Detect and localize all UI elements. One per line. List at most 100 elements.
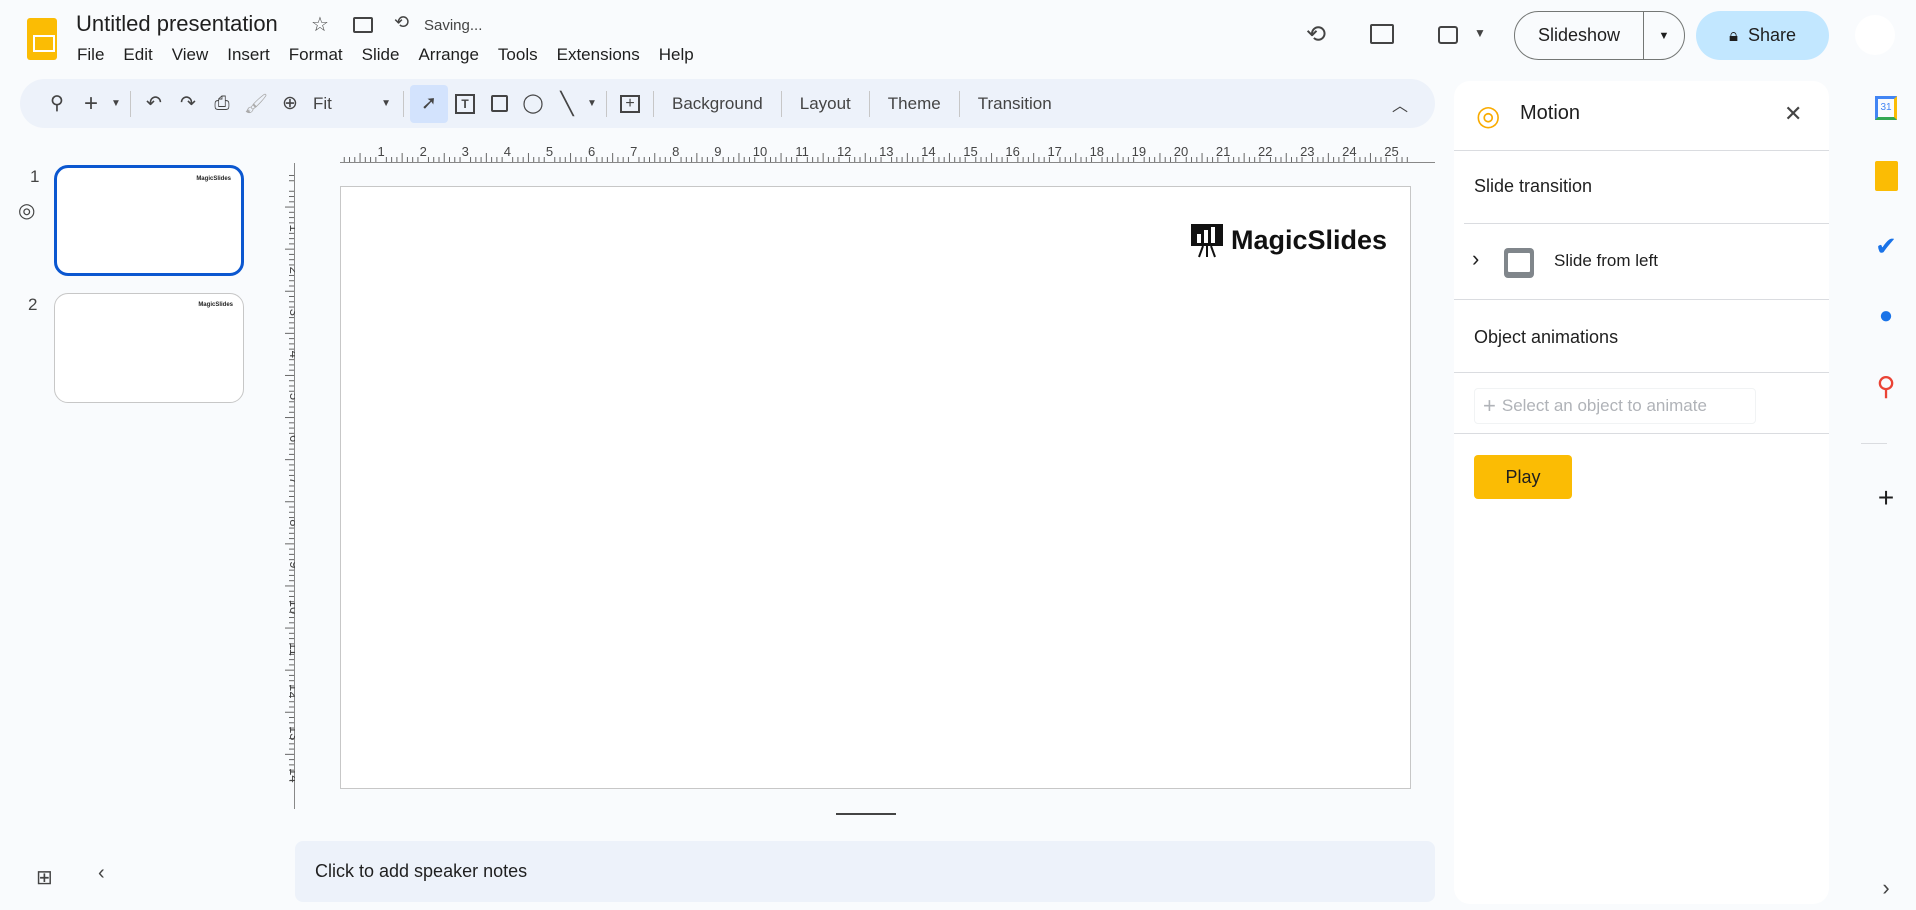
menu-help[interactable]: Help	[659, 45, 703, 65]
ruler-label: 19	[1132, 144, 1146, 159]
ruler-label: 10	[287, 600, 295, 614]
paint-format-icon[interactable]: 🖌︎	[239, 87, 273, 121]
layout-button[interactable]: Layout	[788, 94, 863, 114]
ruler-label: 10	[753, 144, 767, 159]
new-slide-dropdown-icon[interactable]: ▼	[108, 87, 124, 121]
slideshow-dropdown-icon[interactable]: ▼	[1644, 30, 1684, 42]
ruler-label: 20	[1174, 144, 1188, 159]
sync-icon: ⟲	[394, 12, 410, 32]
zoom-icon[interactable]: ⊕	[273, 87, 307, 121]
comment-add-icon[interactable]: +	[613, 87, 647, 121]
ruler-label: 25	[1384, 144, 1398, 159]
select-cursor-icon[interactable]: ➚	[410, 84, 448, 123]
share-label: Share	[1748, 25, 1797, 45]
avatar[interactable]	[1855, 15, 1895, 55]
slide-thumbnail-1[interactable]: MagicSlides	[54, 165, 244, 276]
new-slide-icon[interactable]: +	[74, 87, 108, 121]
ruler-label: 3	[462, 144, 469, 159]
ruler-label: 11	[795, 144, 809, 159]
logo-text: MagicSlides	[1231, 224, 1388, 255]
ruler-label: 14	[921, 144, 935, 159]
ruler-label: 12	[287, 684, 295, 698]
slide-transition-heading: Slide transition	[1474, 176, 1593, 196]
expand-side-panel-icon[interactable]: ›	[1868, 870, 1904, 906]
ruler-label: 13	[287, 726, 295, 740]
add-addon-icon[interactable]: +	[1868, 480, 1904, 516]
ruler-label: 14	[287, 768, 295, 782]
comments-icon[interactable]	[1370, 24, 1394, 44]
background-button[interactable]: Background	[660, 94, 775, 114]
transition-indicator-icon: ◎	[18, 200, 36, 222]
print-icon[interactable]: ⎙	[205, 87, 239, 121]
ruler-label: 8	[287, 519, 295, 526]
vertical-ruler[interactable]: 1234567891011121314	[279, 163, 295, 809]
motion-panel: ◎ Motion ✕ Slide transition › Slide from…	[1454, 81, 1829, 904]
slide-canvas[interactable]: MagicSlides	[340, 186, 1411, 789]
image-icon[interactable]	[482, 87, 516, 121]
tasks-icon[interactable]: ✔	[1868, 228, 1904, 264]
slideshow-button[interactable]: Slideshow ▼	[1514, 11, 1685, 60]
menu-insert[interactable]: Insert	[227, 45, 279, 65]
slide-thumbnail-2[interactable]: MagicSlides	[54, 293, 244, 403]
ruler-label: 13	[879, 144, 893, 159]
undo-icon[interactable]: ↶	[137, 87, 171, 121]
redo-icon[interactable]: ↷	[171, 87, 205, 121]
menu-tools[interactable]: Tools	[498, 45, 547, 65]
ruler-label: 12	[837, 144, 851, 159]
maps-icon[interactable]: ⚲	[1868, 368, 1904, 404]
transition-item[interactable]: Slide from left	[1554, 251, 1658, 271]
grid-view-icon[interactable]: ⊞	[36, 865, 53, 890]
version-history-icon[interactable]: ⟲	[1306, 20, 1326, 49]
line-icon[interactable]: ╲	[550, 87, 584, 121]
calendar-icon[interactable]: 31	[1868, 90, 1904, 126]
menu-bar: File Edit View Insert Format Slide Arrange Tool…	[77, 45, 713, 65]
transition-button[interactable]: Transition	[966, 94, 1064, 114]
play-button[interactable]: Play	[1474, 455, 1572, 499]
ruler-label: 24	[1342, 144, 1356, 159]
toolbar: ⚲ + ▼ ↶ ↷ ⎙ 🖌︎ ⊕ Fit ▼ ➚ T ◯ ╲ ▼ + Backgr…	[20, 79, 1435, 128]
speaker-notes[interactable]: Click to add speaker notes	[295, 841, 1435, 902]
keep-icon[interactable]	[1868, 158, 1904, 194]
zoom-select[interactable]: Fit ▼	[307, 94, 397, 114]
slides-logo[interactable]	[27, 18, 57, 60]
add-animation-button[interactable]: + Select an object to animate	[1474, 388, 1756, 424]
ruler-label: 21	[1216, 144, 1230, 159]
meet-icon[interactable]	[1438, 26, 1458, 44]
document-title[interactable]: Untitled presentation	[76, 11, 278, 37]
menu-format[interactable]: Format	[289, 45, 352, 65]
ruler-label: 6	[287, 435, 295, 442]
magicslides-logo: MagicSlides	[1191, 222, 1387, 258]
slideshow-label[interactable]: Slideshow	[1515, 25, 1643, 46]
ruler-label: 4	[504, 144, 511, 159]
menu-file[interactable]: File	[77, 45, 113, 65]
share-button[interactable]: 🔒︎ Share	[1696, 11, 1829, 60]
ruler-label: 2	[420, 144, 427, 159]
menu-edit[interactable]: Edit	[123, 45, 161, 65]
horizontal-ruler[interactable]: 1 2 3 4 5 6 7 8 9 10 11 12 13 14 15 16 17 18 19 20 21 22 23 24 2…	[295, 140, 1435, 163]
transition-thumbnail-icon	[1504, 248, 1534, 278]
meet-dropdown-icon[interactable]: ▼	[1474, 26, 1486, 40]
move-folder-icon[interactable]	[353, 17, 373, 33]
ruler-label: 9	[287, 561, 295, 568]
collapse-toolbar-icon[interactable]: ︿	[1383, 87, 1417, 121]
chevron-right-icon[interactable]: ›	[1472, 246, 1479, 272]
shape-icon[interactable]: ◯	[516, 87, 550, 121]
collapse-filmstrip-icon[interactable]: ‹	[98, 862, 105, 885]
notes-resize-handle[interactable]	[836, 813, 896, 815]
save-status: Saving...	[424, 17, 483, 34]
text-box-icon[interactable]: T	[448, 87, 482, 121]
ruler-label: 22	[1258, 144, 1272, 159]
star-icon[interactable]: ☆	[311, 12, 329, 37]
close-icon[interactable]: ✕	[1784, 101, 1802, 127]
search-menus-icon[interactable]: ⚲	[40, 87, 74, 121]
ruler-label: 7	[287, 477, 295, 484]
menu-arrange[interactable]: Arrange	[418, 45, 487, 65]
theme-button[interactable]: Theme	[876, 94, 953, 114]
line-dropdown-icon[interactable]: ▼	[584, 87, 600, 121]
menu-slide[interactable]: Slide	[362, 45, 409, 65]
menu-extensions[interactable]: Extensions	[557, 45, 649, 65]
contacts-icon[interactable]: ●	[1868, 298, 1904, 334]
thumb-logo: MagicSlides	[198, 302, 233, 308]
menu-view[interactable]: View	[172, 45, 218, 65]
panel-title: Motion	[1520, 102, 1581, 124]
